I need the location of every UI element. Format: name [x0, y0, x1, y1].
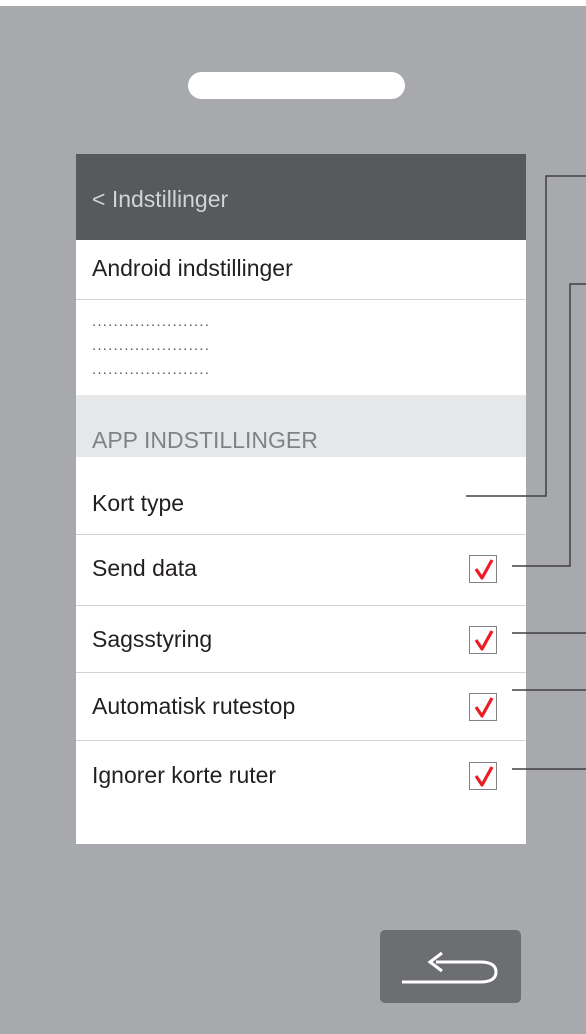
back-arrow-icon [402, 951, 498, 984]
back-button[interactable] [380, 930, 521, 1003]
phone-frame: < Indstillinger Android indstillinger ..… [0, 6, 586, 1034]
callout-lines [466, 175, 586, 770]
